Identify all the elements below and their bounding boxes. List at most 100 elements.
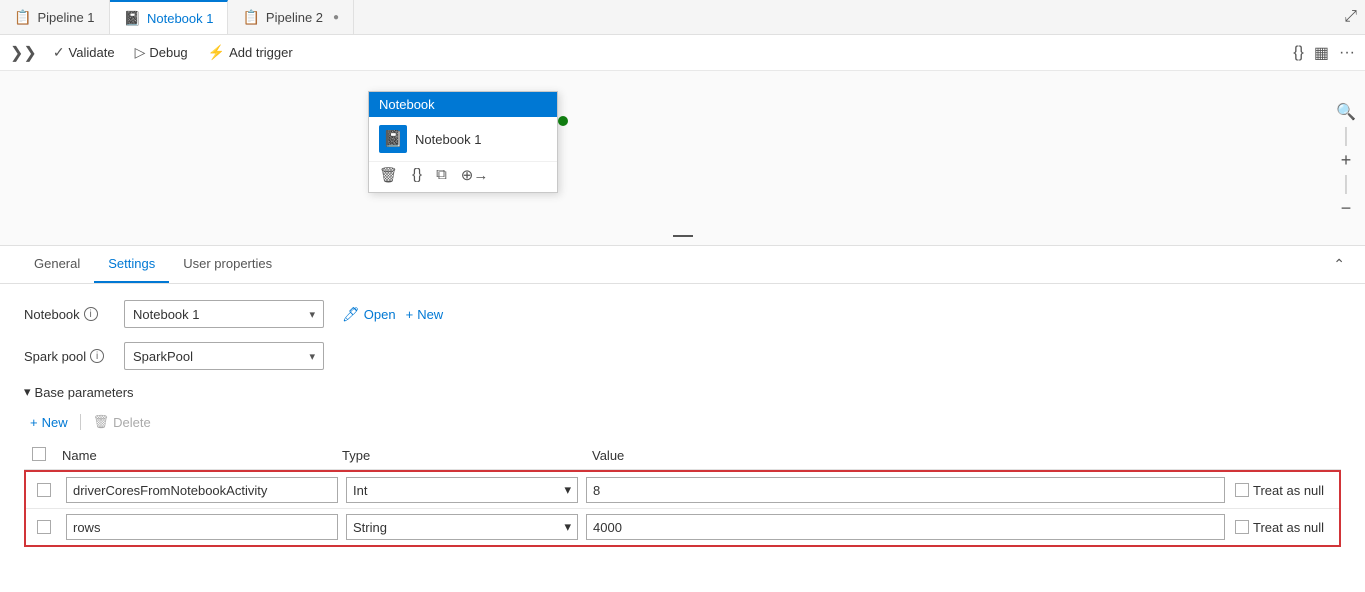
grid-icon[interactable]: ▦ (1314, 43, 1329, 63)
delete-param-icon: 🗑 (93, 414, 110, 430)
row1-treat-null-checkbox[interactable] (1235, 483, 1249, 497)
row1-name-input[interactable] (66, 477, 338, 503)
delete-param-button[interactable]: 🗑 Delete (87, 412, 157, 432)
row1-checkbox[interactable] (37, 483, 51, 497)
tab-notebook1-label: Notebook 1 (147, 11, 214, 26)
base-params-label: Base parameters (35, 385, 134, 400)
popup-actions: 🗑 {} ⧉ ⊕→ (369, 161, 557, 192)
popup-notebook-name: Notebook 1 (415, 132, 482, 147)
spark-pool-info-icon[interactable]: i (90, 349, 104, 363)
notebook-select-chevron: ▾ (309, 308, 315, 321)
row2-checkbox[interactable] (37, 520, 51, 534)
toolbar-right: {} ▦ ··· (1293, 43, 1355, 63)
col-header-checkbox (24, 442, 54, 470)
tab-general[interactable]: General (20, 246, 94, 283)
validate-label: Validate (69, 45, 115, 60)
add-trigger-label: Add trigger (229, 45, 293, 60)
tab-pipeline1-label: Pipeline 1 (37, 10, 94, 25)
spark-pool-select[interactable]: SparkPool ▾ (124, 342, 324, 370)
main-area: Notebook 📓 Notebook 1 🗑 {} ⧉ ⊕→ 🔍 | + | … (0, 71, 1365, 592)
popup-header: Notebook (369, 92, 557, 117)
table-row: String ▾ Treat as null (26, 509, 1339, 545)
copy-popup-icon[interactable]: ⧉ (436, 166, 447, 184)
validate-icon: ✓ (53, 44, 65, 61)
add-trigger-button[interactable]: ⚡ Add trigger (200, 40, 301, 65)
tab-user-properties-label: User properties (183, 256, 272, 271)
expand-icon[interactable]: ❯❯ (10, 43, 37, 63)
row1-treat-null: Treat as null (1235, 483, 1333, 498)
tab-settings-label: Settings (108, 256, 155, 271)
pipeline2-icon: 📋 (242, 9, 259, 26)
tab-bar-actions: ⤢ (1344, 8, 1365, 26)
collapse-panel-button[interactable]: ⌃ (1333, 256, 1345, 273)
base-params-collapse-icon: ▾ (24, 384, 31, 400)
new-param-label: New (42, 415, 68, 430)
spark-pool-select-chevron: ▾ (309, 350, 315, 363)
tab-general-label: General (34, 256, 80, 271)
delete-popup-icon[interactable]: 🗑 (379, 166, 398, 184)
tab-pipeline2[interactable]: 📋 Pipeline 2 ● (228, 0, 354, 34)
row1-type-chevron: ▾ (564, 482, 571, 498)
debug-icon: ▷ (135, 44, 146, 61)
row1-treat-null-label: Treat as null (1253, 483, 1324, 498)
tab-pipeline2-label: Pipeline 2 (266, 10, 323, 25)
row1-type-select[interactable]: Int ▾ (346, 477, 578, 503)
collapse-handle[interactable] (673, 235, 693, 237)
row1-type-value: Int (353, 483, 367, 498)
notebook-box-icon: 📓 (379, 125, 407, 153)
debug-button[interactable]: ▷ Debug (127, 40, 196, 65)
status-dot (558, 116, 568, 126)
new-param-button[interactable]: + New (24, 413, 74, 432)
tab-notebook1[interactable]: 📓 Notebook 1 (110, 0, 229, 34)
zoom-minus-icon[interactable]: − (1335, 197, 1357, 219)
row2-treat-null-label: Treat as null (1253, 520, 1324, 535)
row2-name-input[interactable] (66, 514, 338, 540)
open-button[interactable]: 🖊 Open (342, 306, 396, 323)
tab-bar: 📋 Pipeline 1 📓 Notebook 1 📋 Pipeline 2 ●… (0, 0, 1365, 35)
table-row: Int ▾ Treat as null (26, 472, 1339, 509)
params-toolbar: + New 🗑 Delete (24, 412, 1341, 432)
spark-pool-select-value: SparkPool (133, 349, 193, 364)
connect-popup-icon[interactable]: ⊕→ (461, 166, 489, 184)
pipeline1-icon: 📋 (14, 9, 31, 26)
row1-value-input[interactable] (586, 477, 1225, 503)
code-popup-icon[interactable]: {} (412, 166, 422, 184)
params-rows-container: Int ▾ Treat as null (24, 470, 1341, 547)
more-icon[interactable]: ··· (1339, 44, 1355, 62)
row2-value-input[interactable] (586, 514, 1225, 540)
row2-treat-null: Treat as null (1235, 520, 1333, 535)
spark-pool-label: Spark pool i (24, 349, 114, 364)
notebook1-icon: 📓 (124, 10, 141, 27)
base-params-header[interactable]: ▾ Base parameters (24, 384, 1341, 400)
tab-user-properties[interactable]: User properties (169, 246, 286, 283)
code-icon[interactable]: {} (1293, 44, 1304, 62)
row2-type-select[interactable]: String ▾ (346, 514, 578, 540)
settings-content: Notebook i Notebook 1 ▾ 🖊 Open + New (0, 284, 1365, 563)
col-header-value: Value (584, 442, 1341, 470)
notebook-info-icon[interactable]: i (84, 307, 98, 321)
select-all-checkbox[interactable] (32, 447, 46, 461)
bottom-panel: General Settings User properties ⌃ Noteb… (0, 246, 1365, 592)
popup-body: 📓 Notebook 1 (369, 117, 557, 161)
new-label: New (417, 307, 443, 322)
delete-param-label: Delete (113, 415, 151, 430)
tab-pipeline1[interactable]: 📋 Pipeline 1 (0, 0, 110, 34)
new-notebook-button[interactable]: + New (406, 307, 444, 322)
notebook-select-value: Notebook 1 (133, 307, 200, 322)
notebook-label: Notebook i (24, 307, 114, 322)
canvas-area: Notebook 📓 Notebook 1 🗑 {} ⧉ ⊕→ 🔍 | + | … (0, 71, 1365, 246)
tab-pipeline2-close[interactable]: ● (333, 12, 339, 23)
validate-button[interactable]: ✓ Validate (45, 40, 123, 65)
zoom-plus-icon[interactable]: + (1335, 149, 1357, 171)
popup-header-label: Notebook (379, 97, 435, 112)
notebook-form-row: Notebook i Notebook 1 ▾ 🖊 Open + New (24, 300, 1341, 328)
debug-label: Debug (149, 45, 187, 60)
open-icon: 🖊 (342, 306, 360, 323)
notebook-select[interactable]: Notebook 1 ▾ (124, 300, 324, 328)
search-zoom-icon[interactable]: 🔍 (1335, 101, 1357, 123)
restore-icon[interactable]: ⤢ (1344, 8, 1357, 26)
spark-pool-form-row: Spark pool i SparkPool ▾ (24, 342, 1341, 370)
zoom-controls: 🔍 | + | − (1335, 101, 1357, 219)
tab-settings[interactable]: Settings (94, 246, 169, 283)
row2-treat-null-checkbox[interactable] (1235, 520, 1249, 534)
